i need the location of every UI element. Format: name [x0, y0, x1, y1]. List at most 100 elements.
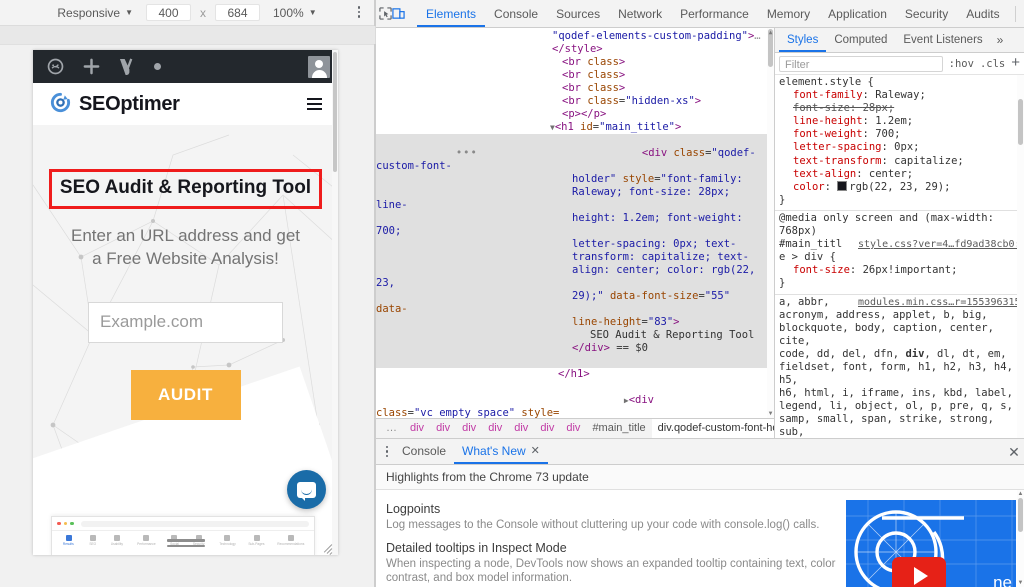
css-declaration-color[interactable]: color: rgb(22, 23, 29); — [779, 181, 1018, 194]
new-style-rule-button[interactable]: + — [1011, 55, 1020, 70]
tab-application[interactable]: Application — [819, 1, 896, 27]
tab-elements[interactable]: Elements — [417, 1, 485, 27]
breadcrumb-overflow[interactable]: … — [380, 419, 404, 438]
tab-computed[interactable]: Computed — [826, 29, 895, 52]
drawer-tab-whats-new[interactable]: What's New ✕ — [454, 440, 548, 464]
device-toolbar-icon[interactable] — [392, 2, 405, 26]
new-content-icon[interactable] — [82, 57, 101, 76]
tab-security[interactable]: Security — [896, 1, 957, 27]
tab-performance[interactable]: Performance — [671, 1, 758, 27]
rule-close-brace: } — [779, 194, 1018, 207]
hamburger-menu-icon[interactable] — [307, 98, 322, 110]
play-button-icon[interactable] — [892, 557, 946, 587]
rule-close-brace: } — [779, 277, 1018, 290]
css-declaration[interactable]: text-transform: capitalize; — [779, 155, 1018, 168]
close-tab-icon[interactable]: ✕ — [531, 439, 540, 463]
tab-event-listeners[interactable]: Event Listeners — [895, 29, 990, 52]
dom-line[interactable]: ▶<div class="vc_empty_space" style="heig… — [376, 381, 774, 418]
css-declaration[interactable]: line-height: 1.2em; — [779, 115, 1018, 128]
scroll-down-icon[interactable]: ▼ — [767, 409, 774, 418]
report-preview-mock: Results SEO Usability Performance Social… — [51, 516, 315, 555]
cls-toggle-button[interactable]: .cls — [980, 58, 1005, 70]
dom-tree[interactable]: "qodef-elements-custom-padding">… </styl… — [376, 28, 774, 418]
wordpress-dashboard-icon[interactable] — [47, 58, 64, 75]
scroll-up-icon[interactable]: ▲ — [1017, 490, 1024, 498]
comments-icon[interactable] — [154, 63, 161, 70]
whats-new-scrollbar[interactable] — [1017, 490, 1024, 587]
breadcrumb-item[interactable]: div — [404, 419, 430, 438]
styles-scrollbar[interactable] — [1017, 75, 1024, 438]
css-declaration[interactable]: text-align: center; — [779, 168, 1018, 181]
dom-line[interactable]: <br class> — [376, 69, 774, 82]
style-rule-ua-reset[interactable]: a, abbr, modules.min.css…r=1553963150:4a… — [775, 295, 1024, 439]
breadcrumb-item[interactable]: div — [456, 419, 482, 438]
stylesheet-source-link[interactable]: style.css?ver=4…fd9ad38cb0:538 — [858, 238, 1018, 251]
rule-selector-ua: a, abbr, modules.min.css…r=1553963150:4a… — [779, 296, 1018, 439]
dom-line[interactable]: <br class> — [376, 82, 774, 95]
tab-network[interactable]: Network — [609, 1, 671, 27]
avatar[interactable] — [308, 56, 330, 78]
close-drawer-button[interactable]: ✕ — [1004, 442, 1024, 462]
tab-styles[interactable]: Styles — [779, 29, 826, 52]
breadcrumb-item-selected[interactable]: div.qodef-custom-font-holder — [652, 419, 774, 438]
styles-more-tabs-icon[interactable]: » — [991, 33, 1010, 47]
intercom-chat-button[interactable] — [287, 470, 326, 509]
styles-filter-input[interactable]: Filter — [779, 56, 943, 72]
whats-new-content[interactable]: Logpoints Log messages to the Console wi… — [376, 490, 1024, 587]
css-declaration[interactable]: letter-spacing: 0px; — [779, 141, 1018, 154]
scroll-up-icon[interactable]: ▲ — [767, 28, 774, 37]
color-swatch[interactable] — [837, 181, 847, 191]
inspect-element-icon[interactable] — [379, 2, 392, 26]
style-rule-media-query[interactable]: @media only screen and (max-width: 768px… — [775, 211, 1024, 295]
css-declaration[interactable]: font-weight: 700; — [779, 128, 1018, 141]
breadcrumb-item-main-title[interactable]: #main_title — [586, 419, 651, 438]
dom-line[interactable]: <p></p> — [376, 108, 774, 121]
dom-line-selected[interactable]: •••<div class="qodef-custom-font-holder"… — [376, 134, 774, 368]
dom-line[interactable]: <br class> — [376, 56, 774, 69]
dom-line[interactable]: </h1> — [376, 368, 774, 381]
viewport-resize-handle[interactable] — [167, 539, 205, 547]
viewport-height-input[interactable]: 684 — [215, 4, 260, 21]
tab-memory[interactable]: Memory — [758, 1, 819, 27]
tab-sources[interactable]: Sources — [547, 1, 609, 27]
css-declaration[interactable]: font-family: Raleway; — [779, 89, 1018, 102]
tab-console[interactable]: Console — [485, 1, 547, 27]
drawer-more-tools-button[interactable] — [380, 440, 394, 464]
viewport-width-input[interactable]: 400 — [146, 4, 191, 21]
dom-line[interactable]: </style> — [376, 43, 774, 56]
page-title: SEO Audit & Reporting Tool — [49, 169, 322, 209]
tab-audits[interactable]: Audits — [957, 1, 1008, 27]
url-input[interactable]: Example.com — [88, 302, 283, 343]
breadcrumb-item[interactable]: div — [534, 419, 560, 438]
page-scrollbar[interactable] — [332, 50, 338, 555]
device-preset-select[interactable]: Responsive ▼ — [53, 4, 137, 22]
css-declaration[interactable]: font-size: 26px!important; — [779, 264, 1018, 277]
breadcrumb-item[interactable]: div — [430, 419, 456, 438]
style-rule-element-style[interactable]: element.style { font-family: Raleway; fo… — [775, 75, 1024, 211]
audit-button[interactable]: AUDIT — [131, 370, 241, 420]
hov-toggle-button[interactable]: :hov — [949, 58, 974, 70]
scroll-down-icon[interactable]: ▼ — [1017, 579, 1024, 587]
mock-tab: SEO — [90, 535, 96, 546]
emulated-page-viewport[interactable]: SEOptimer — [33, 50, 338, 555]
site-logo[interactable]: SEOptimer — [49, 91, 180, 117]
breadcrumb-item[interactable]: div — [482, 419, 508, 438]
dom-line[interactable]: ▼<h1 id="main_title"> — [376, 121, 774, 134]
zoom-select[interactable]: 100% ▼ — [269, 4, 321, 22]
device-more-options-button[interactable] — [352, 3, 366, 21]
dom-line[interactable]: "qodef-elements-custom-padding">… — [376, 30, 774, 43]
video-caption: ne — [993, 573, 1012, 587]
yoast-seo-icon[interactable] — [119, 57, 136, 76]
mock-tab: Technology — [221, 535, 234, 546]
stylesheet-source-link[interactable]: modules.min.css…r=1553963150:4 — [858, 296, 1018, 309]
drawer-tab-console[interactable]: Console — [394, 440, 454, 464]
whats-new-video-thumbnail[interactable]: ne — [846, 500, 1016, 587]
drawer-tabbar: Console What's New ✕ ✕ — [376, 439, 1024, 465]
dom-line[interactable]: <br class="hidden-xs"> — [376, 95, 774, 108]
viewport-corner-resize-handle[interactable] — [319, 542, 332, 555]
styles-rules-list[interactable]: element.style { font-family: Raleway; fo… — [775, 75, 1024, 438]
breadcrumb-item[interactable]: div — [508, 419, 534, 438]
css-declaration-disabled[interactable]: font-size: 28px; — [779, 102, 1018, 115]
breadcrumb-item[interactable]: div — [560, 419, 586, 438]
dom-tree-scrollbar[interactable] — [767, 28, 774, 418]
